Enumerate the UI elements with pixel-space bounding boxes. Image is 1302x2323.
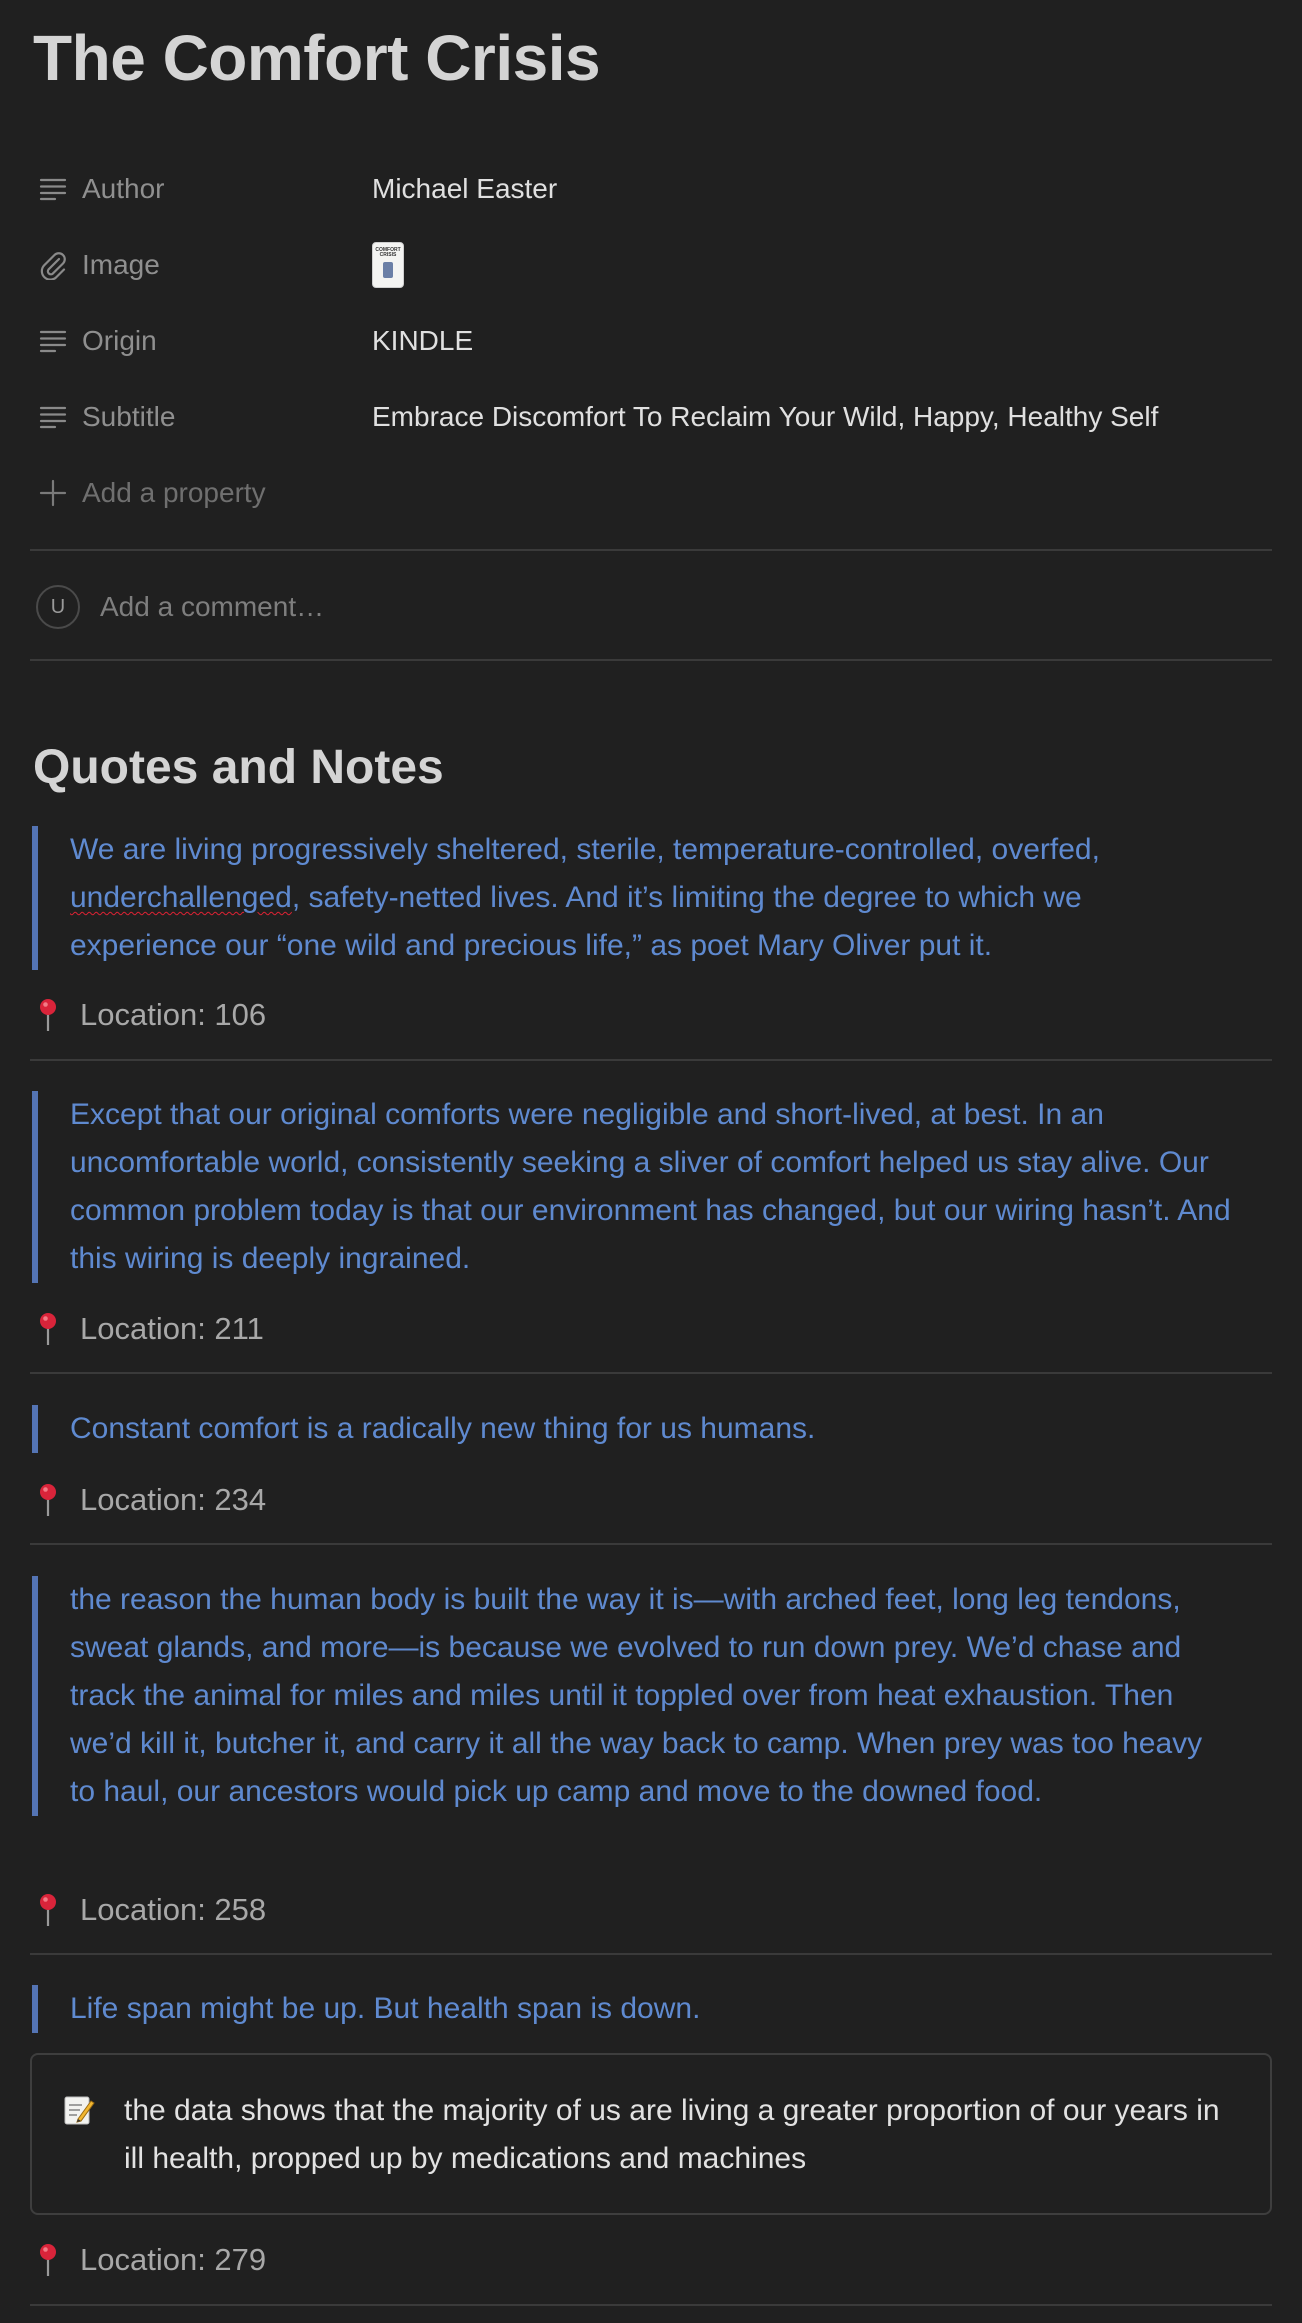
text-lines-icon [38,326,68,356]
property-subtitle[interactable]: Subtitle Embrace Discomfort To Reclaim Y… [30,387,1272,447]
quote-text-part: We are living progressively sheltered, s… [70,833,1100,866]
text-lines-icon [38,174,68,204]
section-heading: Quotes and Notes [33,741,444,794]
divider [30,1543,1272,1545]
pushpin-icon [36,1892,60,1928]
avatar: U [36,585,80,629]
note-callout[interactable]: the data shows that the majority of us a… [30,2053,1272,2215]
location-label: Location: 106 [80,997,267,1032]
plus-icon [38,478,68,508]
divider [30,1953,1272,1955]
property-author[interactable]: Author Michael Easter [30,159,1272,219]
property-label: Image [82,249,160,280]
property-value[interactable]: Michael Easter [372,173,557,205]
misspelled-word: underchallenged [70,881,292,914]
quote-text: Except that our original comforts were n… [70,1098,1231,1275]
pushpin-icon [36,1311,60,1347]
divider [30,659,1272,661]
divider [30,1372,1272,1374]
property-value[interactable]: KINDLE [372,325,473,357]
divider [30,1059,1272,1061]
quote-block[interactable]: Constant comfort is a radically new thin… [32,1405,1232,1453]
divider [30,549,1272,551]
quote-text: Life span might be up. But health span i… [70,1992,701,2025]
location-row: Location: 279 [36,2238,266,2282]
add-property-button[interactable]: Add a property [30,463,1272,523]
divider [30,2304,1272,2306]
quote-block[interactable]: Except that our original comforts were n… [32,1091,1232,1283]
memo-icon [62,2093,96,2127]
comment-row[interactable]: U Add a comment… [36,580,324,634]
location-row: Location: 211 [36,1307,264,1351]
quote-text: Constant comfort is a radically new thin… [70,1412,816,1445]
location-label: Location: 211 [80,1311,264,1346]
book-cover-thumbnail[interactable]: COMFORT CRISIS [372,242,404,288]
quote-block[interactable]: We are living progressively sheltered, s… [32,826,1232,970]
property-label: Author [82,173,165,204]
location-row: Location: 258 [36,1888,266,1932]
book-cover-figure [383,261,393,278]
location-label: Location: 258 [80,1892,267,1927]
page-title[interactable]: The Comfort Crisis [33,20,601,97]
quote-block[interactable]: the reason the human body is built the w… [32,1576,1232,1816]
property-image[interactable]: Image COMFORT CRISIS [30,235,1272,295]
property-label: Subtitle [82,401,176,432]
quote-text: the reason the human body is built the w… [70,1583,1203,1808]
comment-input[interactable]: Add a comment… [100,591,324,623]
property-label: Origin [82,325,157,356]
location-label: Location: 279 [80,2242,267,2277]
add-property-label: Add a property [82,477,266,508]
property-value[interactable]: COMFORT CRISIS [372,242,404,288]
quote-block[interactable]: Life span might be up. But health span i… [32,1985,1232,2033]
text-lines-icon [38,402,68,432]
location-row: Location: 106 [36,993,266,1037]
book-cover-title-line2: CRISIS [379,252,397,259]
paperclip-icon [38,250,68,280]
location-row: Location: 234 [36,1478,266,1522]
pushpin-icon [36,2242,60,2278]
quote-text: We are living progressively sheltered, s… [70,826,1232,970]
pushpin-icon [36,997,60,1033]
property-value[interactable]: Embrace Discomfort To Reclaim Your Wild,… [372,401,1158,433]
property-origin[interactable]: Origin KINDLE [30,311,1272,371]
note-text: the data shows that the majority of us a… [124,2094,1220,2175]
pushpin-icon [36,1482,60,1518]
location-label: Location: 234 [80,1482,267,1517]
